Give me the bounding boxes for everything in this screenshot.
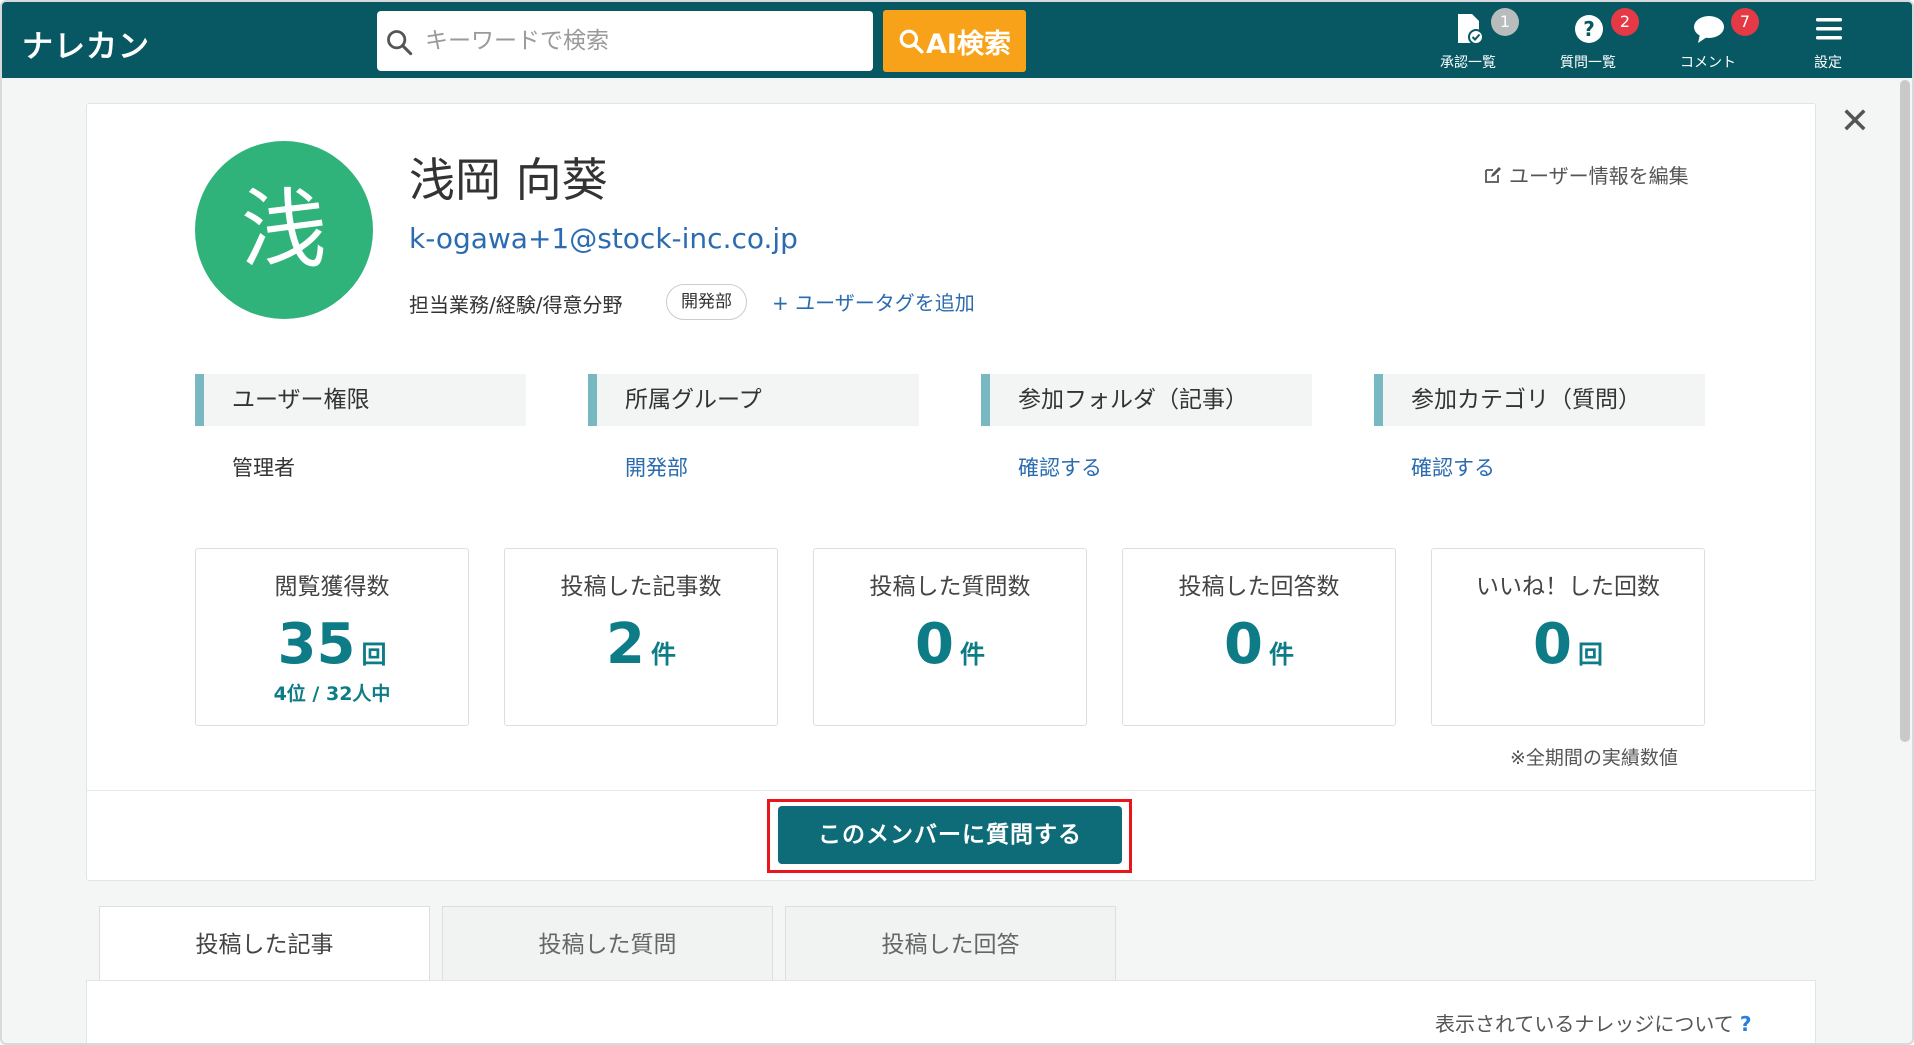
tab-posted-articles[interactable]: 投稿した記事 xyxy=(99,906,430,982)
comment-icon xyxy=(1694,16,1724,43)
app-logo[interactable]: ナレカン xyxy=(22,21,150,66)
stat-label: 投稿した質問数 xyxy=(869,574,1031,600)
nav-settings[interactable]: 設定 xyxy=(1783,8,1873,74)
stat-value: 35 xyxy=(277,612,356,677)
stat-value: 0 xyxy=(1224,612,1263,677)
stat-label: 投稿した回答数 xyxy=(1178,574,1340,600)
stat-value: 0 xyxy=(915,612,954,677)
add-user-tag-link[interactable]: + ユーザータグを追加 xyxy=(772,287,975,316)
menu-icon xyxy=(1816,18,1842,40)
info-folders: 参加フォルダ（記事） 確認する xyxy=(981,374,1312,482)
ai-search-button[interactable]: AI検索 xyxy=(883,10,1026,72)
stat-card-likes: いいね！した回数 0回 xyxy=(1431,548,1705,726)
app-window: ナレカン AI検索 1 承認一覧 xyxy=(0,0,1914,1045)
info-value-link[interactable]: 確認する xyxy=(1374,452,1705,482)
stat-value-row: 0件 xyxy=(1123,613,1395,677)
stat-unit: 件 xyxy=(959,640,985,669)
stats-note: ※全期間の実績数値 xyxy=(1510,747,1678,769)
stat-rank: 4位 / 32人中 xyxy=(273,683,391,705)
info-title: ユーザー権限 xyxy=(195,374,526,426)
svg-text:?: ? xyxy=(1583,17,1595,41)
avatar: 浅 xyxy=(195,141,373,319)
divider xyxy=(87,790,1815,791)
stat-card-answers: 投稿した回答数 0件 xyxy=(1122,548,1396,726)
top-navigation-bar: ナレカン AI検索 1 承認一覧 xyxy=(2,2,1912,78)
approval-doc-icon xyxy=(1458,14,1484,45)
ai-search-label: AI検索 xyxy=(926,28,1011,60)
info-title: 参加フォルダ（記事） xyxy=(981,374,1312,426)
about-knowledge-label: 表示されているナレッジについて xyxy=(1435,1012,1734,1036)
nav-settings-label: 設定 xyxy=(1814,55,1842,71)
search-icon xyxy=(899,29,924,54)
about-knowledge-link[interactable]: 表示されているナレッジについて? xyxy=(1435,1008,1751,1037)
search-icon xyxy=(387,30,413,56)
edit-user-info-button[interactable]: ユーザー情報を編集 xyxy=(1483,160,1689,189)
info-group: 所属グループ 開発部 xyxy=(588,374,919,482)
stat-card-articles: 投稿した記事数 2件 xyxy=(504,548,778,726)
ask-member-button[interactable]: このメンバーに質問する xyxy=(778,806,1122,864)
stat-label: 投稿した記事数 xyxy=(560,574,722,600)
nav-comments[interactable]: 7 コメント xyxy=(1663,8,1759,74)
question-icon: ? xyxy=(1575,15,1603,43)
nav-question-label: 質問一覧 xyxy=(1560,55,1616,71)
help-icon[interactable]: ? xyxy=(1740,1012,1752,1036)
edit-icon xyxy=(1485,166,1501,183)
stat-value: 0 xyxy=(1533,612,1572,677)
tab-posted-questions[interactable]: 投稿した質問 xyxy=(442,906,773,982)
user-name: 浅岡 向葵 xyxy=(409,153,608,207)
stat-label: 閲覧獲得数 xyxy=(274,574,390,600)
stat-unit: 件 xyxy=(1268,640,1294,669)
stat-card-views: 閲覧獲得数 35 回 4位 / 32人中 xyxy=(195,548,469,726)
user-tags-label: 担当業務/経験/得意分野 xyxy=(409,293,623,317)
comment-count-badge: 7 xyxy=(1731,8,1759,36)
nav-approval-list[interactable]: 1 承認一覧 xyxy=(1423,8,1519,74)
nav-comments-label: コメント xyxy=(1680,55,1736,71)
info-value-link[interactable]: 確認する xyxy=(981,452,1312,482)
info-value: 管理者 xyxy=(232,456,295,480)
user-tag-chip[interactable]: 開発部 xyxy=(666,284,747,320)
stat-value: 2 xyxy=(606,612,645,677)
info-value-link[interactable]: 開発部 xyxy=(588,452,919,482)
info-user-permission: ユーザー権限 管理者 xyxy=(195,374,526,482)
search-input[interactable] xyxy=(425,21,855,61)
search-box[interactable] xyxy=(377,11,873,71)
stat-unit: 回 xyxy=(1577,640,1603,669)
info-title: 参加カテゴリ（質問） xyxy=(1374,374,1705,426)
stat-value-row: 0回 xyxy=(1432,613,1704,677)
stat-value-row: 2件 xyxy=(505,613,777,677)
stat-label: いいね！した回数 xyxy=(1476,574,1660,600)
tab-posted-answers[interactable]: 投稿した回答 xyxy=(785,906,1116,982)
info-categories: 参加カテゴリ（質問） 確認する xyxy=(1374,374,1705,482)
nav-question-list[interactable]: ? 2 質問一覧 xyxy=(1543,8,1639,74)
nav-approval-label: 承認一覧 xyxy=(1440,55,1496,71)
stat-value-row: 0件 xyxy=(814,613,1086,677)
scrollbar-thumb[interactable] xyxy=(1900,80,1910,742)
stat-card-questions: 投稿した質問数 0件 xyxy=(813,548,1087,726)
info-title: 所属グループ xyxy=(588,374,919,426)
close-icon[interactable]: ✕ xyxy=(1838,104,1872,140)
question-count-badge: 2 xyxy=(1611,8,1639,36)
user-email[interactable]: k-ogawa+1@stock-inc.co.jp xyxy=(409,222,798,255)
stat-unit: 回 xyxy=(361,640,387,669)
edit-user-info-label: ユーザー情報を編集 xyxy=(1509,164,1689,188)
approval-count-badge: 1 xyxy=(1491,8,1519,36)
stat-value-row: 35 回 xyxy=(196,613,468,677)
stat-unit: 件 xyxy=(650,640,676,669)
